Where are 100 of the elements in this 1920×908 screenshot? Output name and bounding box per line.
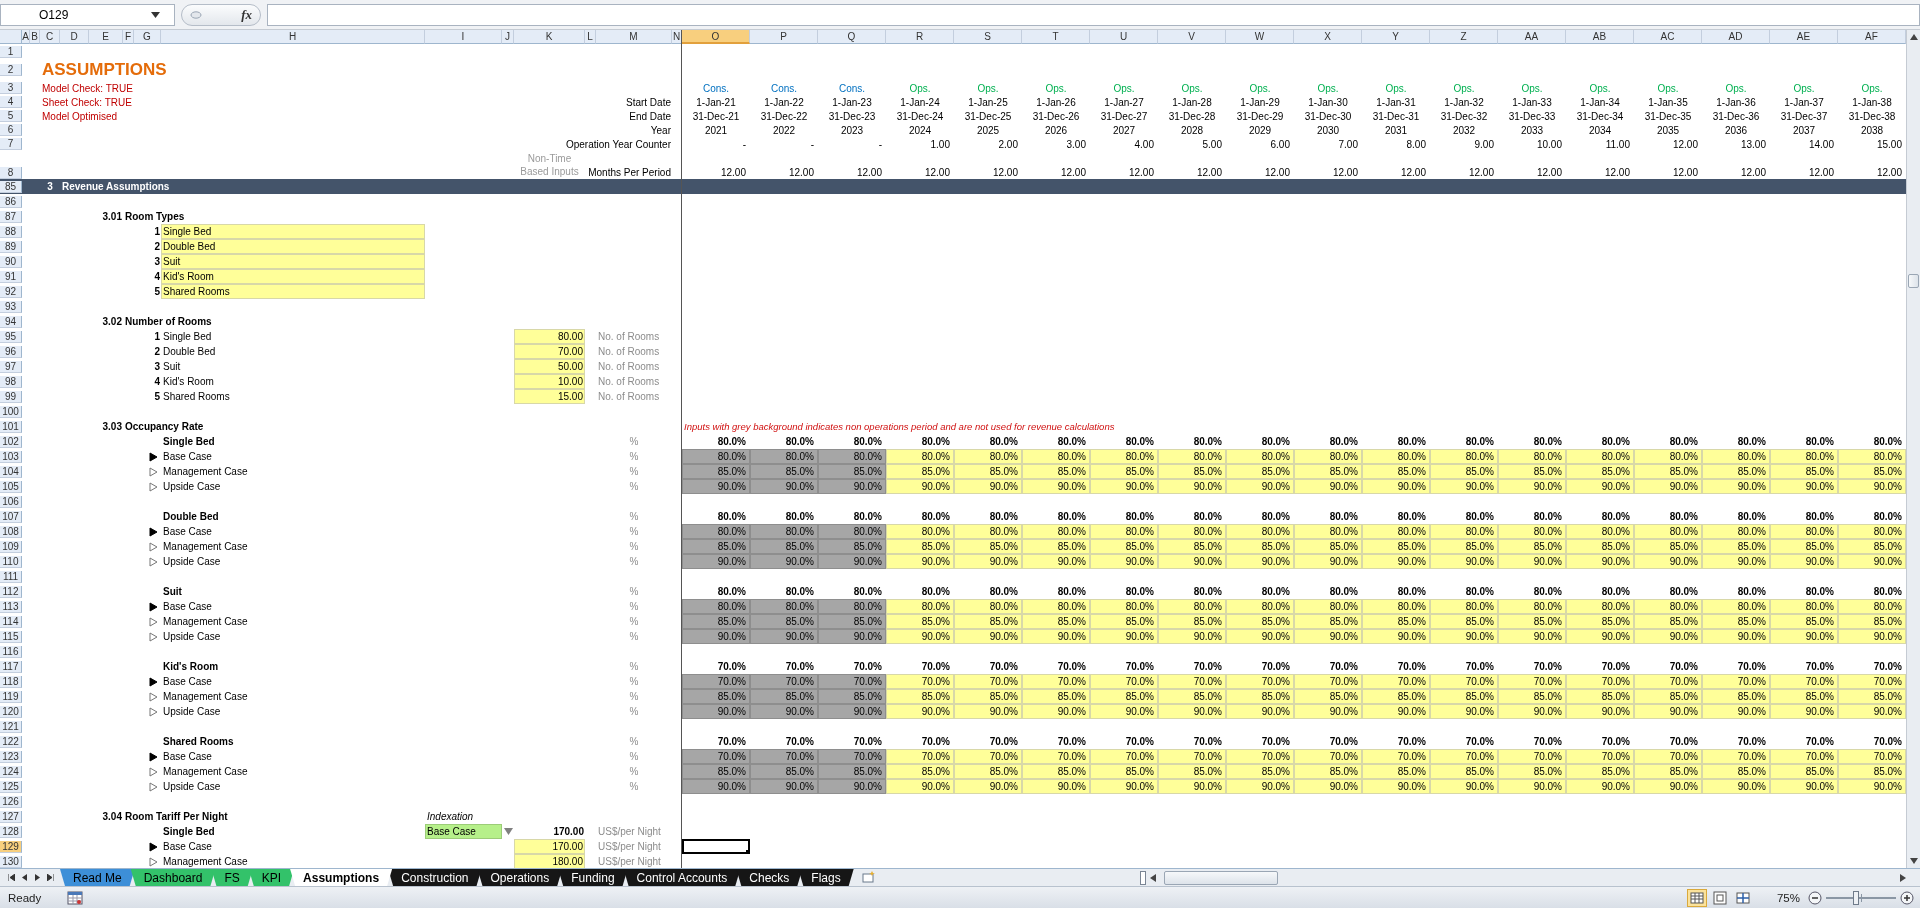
column-header[interactable]: U [1090,30,1158,44]
view-button[interactable] [1686,888,1707,907]
column-header[interactable]: AA [1498,30,1566,44]
insert-function-button[interactable]: fx [241,6,252,23]
row-number[interactable]: 105 [0,480,22,493]
column-header[interactable]: Z [1430,30,1498,44]
column-header[interactable]: AB [1566,30,1634,44]
row-number[interactable]: 113 [0,600,22,613]
column-header[interactable]: Q [818,30,886,44]
row-number[interactable]: 91 [0,270,22,283]
column-header[interactable]: M [596,30,672,44]
column-header[interactable]: E [89,30,123,44]
row-number[interactable]: 111 [0,570,22,583]
zoom-level[interactable]: 75% [1776,891,1800,904]
row-number[interactable]: 100 [0,405,22,418]
column-header[interactable]: O [682,30,750,44]
row-number[interactable]: 104 [0,465,22,478]
row-number[interactable]: 86 [0,195,22,208]
dropdown-arrow-icon[interactable] [151,11,160,18]
column-header[interactable]: P [750,30,818,44]
row-number[interactable]: 93 [0,300,22,313]
row-number[interactable]: 4 [0,96,22,108]
scroll-down-icon[interactable] [1909,858,1918,864]
row-number[interactable]: 87 [0,210,22,223]
row-number[interactable]: 102 [0,435,22,448]
row-number[interactable]: 1 [0,45,22,58]
row-number[interactable]: 130 [0,855,22,868]
column-header[interactable]: L [585,30,596,44]
row-number[interactable]: 107 [0,510,22,523]
sheet-tab[interactable]: Assumptions [290,869,393,886]
vertical-scrollbar[interactable] [1906,30,1920,868]
row-number[interactable]: 114 [0,615,22,628]
first-sheet-icon[interactable] [8,874,15,881]
column-header[interactable]: T [1022,30,1090,44]
row-number[interactable]: 7 [0,138,22,150]
column-header[interactable]: F [123,30,134,44]
sheet-tab[interactable]: Flags [798,869,854,886]
row-number[interactable]: 116 [0,645,22,658]
row-number[interactable]: 97 [0,360,22,373]
scroll-up-icon[interactable] [1909,34,1918,40]
row-number[interactable]: 124 [0,765,22,778]
zoom-in-icon[interactable] [1900,890,1914,905]
row-number[interactable]: 119 [0,690,22,703]
sheet-tab[interactable]: Dashboard [130,869,216,886]
row-number[interactable]: 117 [0,660,22,673]
row-number[interactable]: 112 [0,585,22,598]
column-header[interactable]: D [60,30,89,44]
scroll-thumb[interactable] [1164,870,1278,885]
column-header[interactable]: J [502,30,514,44]
column-header[interactable]: AF [1838,30,1906,44]
sheet-tab[interactable]: FS [211,869,253,886]
spreadsheet-icon[interactable] [67,890,84,905]
split-handle[interactable] [1140,870,1146,885]
row-number[interactable]: 5 [0,110,22,122]
scroll-right-icon[interactable] [1900,873,1906,882]
row-number[interactable]: 120 [0,705,22,718]
row-number[interactable]: 127 [0,810,22,823]
row-number[interactable]: 106 [0,495,22,508]
formula-input[interactable] [267,3,1920,26]
column-header[interactable]: S [954,30,1022,44]
row-number[interactable]: 121 [0,720,22,733]
row-number[interactable]: 101 [0,420,22,433]
row-number[interactable]: 96 [0,345,22,358]
row-number[interactable]: 122 [0,735,22,748]
column-header[interactable]: R [886,30,954,44]
row-number[interactable]: 125 [0,780,22,793]
column-header[interactable]: AD [1702,30,1770,44]
row-number[interactable]: 129 [0,840,22,853]
column-header[interactable]: H [161,30,425,44]
last-sheet-icon[interactable] [47,874,54,881]
row-number[interactable]: 103 [0,450,22,463]
row-number[interactable]: 109 [0,540,22,553]
row-number[interactable]: 123 [0,750,22,763]
dropdown-field[interactable]: Base Case [425,824,502,839]
row-number[interactable]: 110 [0,555,22,568]
row-number[interactable]: 8 [0,167,22,179]
row-number[interactable]: 88 [0,225,22,238]
active-cell[interactable] [682,839,750,854]
sheet-tab[interactable]: Read Me [60,869,135,886]
row-number[interactable]: 115 [0,630,22,643]
row-number[interactable]: 126 [0,795,22,808]
column-header[interactable]: C [40,30,60,44]
grip-icon[interactable] [190,10,202,19]
sheet-tab[interactable]: Construction [388,869,482,886]
scroll-left-icon[interactable] [1150,873,1156,882]
column-header[interactable]: AE [1770,30,1838,44]
row-number[interactable]: 89 [0,240,22,253]
previous-sheet-icon[interactable] [21,874,28,881]
column-header[interactable]: V [1158,30,1226,44]
row-number[interactable]: 85 [0,180,22,193]
row-number[interactable]: 95 [0,330,22,343]
scroll-thumb[interactable] [1908,274,1919,288]
row-number[interactable]: 3 [0,82,22,94]
row-number[interactable]: 118 [0,675,22,688]
zoom-slider[interactable] [1826,890,1896,905]
row-number[interactable]: 94 [0,315,22,328]
column-header[interactable]: K [514,30,585,44]
next-sheet-icon[interactable] [34,874,41,881]
row-number[interactable]: 2 [0,64,22,76]
column-header[interactable]: X [1294,30,1362,44]
